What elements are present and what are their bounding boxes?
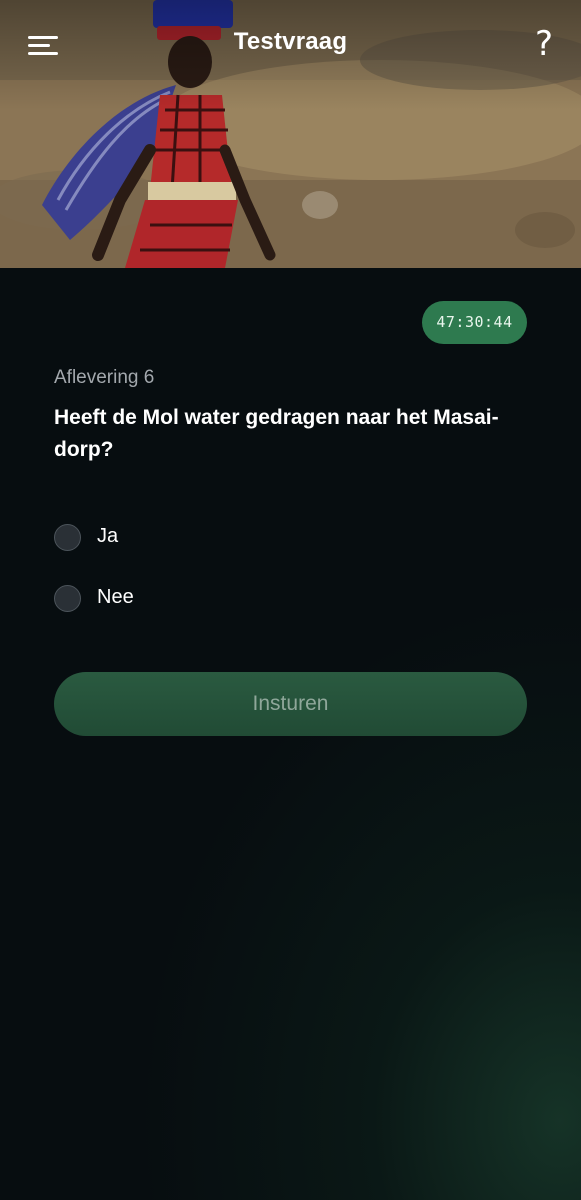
radio-button[interactable] [54, 524, 81, 551]
page-title: Testvraag [233, 28, 348, 55]
answer-option-nee[interactable]: Nee [54, 584, 354, 614]
answer-option-ja[interactable]: Ja [54, 523, 354, 553]
episode-label: Aflevering 6 [54, 367, 155, 388]
help-icon[interactable]: ? [526, 24, 562, 64]
submit-button[interactable]: Insturen [54, 672, 527, 736]
answer-option-label: Nee [97, 586, 134, 608]
answer-option-label: Ja [97, 525, 119, 547]
countdown-timer-badge: 47:30:44 [422, 301, 527, 344]
radio-button[interactable] [54, 585, 81, 612]
question-text: Heeft de Mol water gedragen naar het Mas… [54, 406, 499, 461]
